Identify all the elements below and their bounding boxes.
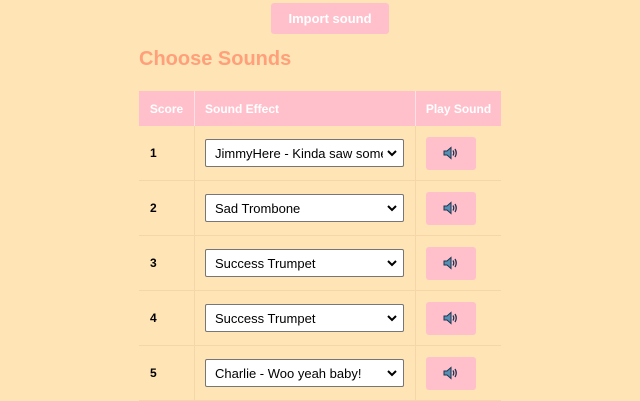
column-header-play-sound: Play Sound — [415, 91, 501, 126]
score-cell: 2 — [139, 180, 195, 236]
select-value: JimmyHere - Kinda saw some — [215, 145, 383, 161]
table-row: 3 Success Trumpet — [139, 235, 501, 291]
import-sound-button[interactable]: Import sound — [271, 3, 389, 34]
sound-effect-select[interactable]: Sad Trombone — [205, 194, 404, 222]
play-cell — [415, 345, 501, 401]
select-value: Success Trumpet — [215, 255, 316, 271]
sound-effect-cell: Success Trumpet — [194, 235, 416, 291]
sound-effect-cell: Sad Trombone — [194, 180, 416, 236]
chevron-down-icon — [387, 150, 397, 157]
table-row: 2 Sad Trombone — [139, 180, 501, 236]
speaker-icon — [443, 201, 457, 215]
speaker-icon — [443, 146, 457, 160]
play-cell — [415, 126, 501, 181]
select-value: Sad Trombone — [215, 200, 301, 216]
chevron-down-icon — [387, 370, 397, 377]
chevron-down-icon — [387, 315, 397, 322]
speaker-icon — [443, 366, 457, 380]
play-sound-button[interactable] — [426, 356, 476, 390]
play-sound-button[interactable] — [426, 246, 476, 280]
score-cell: 1 — [139, 126, 195, 181]
table-row: 4 Success Trumpet — [139, 290, 501, 346]
sound-effect-select[interactable]: JimmyHere - Kinda saw some — [205, 139, 404, 167]
select-value: Charlie - Woo yeah baby! — [215, 365, 362, 381]
play-sound-button[interactable] — [426, 136, 476, 170]
select-value: Success Trumpet — [215, 310, 316, 326]
play-sound-button[interactable] — [426, 191, 476, 225]
chevron-down-icon — [387, 205, 397, 212]
sound-effect-select[interactable]: Charlie - Woo yeah baby! — [205, 359, 404, 387]
chevron-down-icon — [387, 260, 397, 267]
sound-effect-cell: Charlie - Woo yeah baby! — [194, 345, 416, 401]
play-cell — [415, 180, 501, 236]
score-cell: 5 — [139, 345, 195, 401]
play-sound-button[interactable] — [426, 301, 476, 335]
score-cell: 3 — [139, 235, 195, 291]
sounds-table: Score Sound Effect Play Sound 1 JimmyHer… — [139, 91, 501, 401]
sound-effect-select[interactable]: Success Trumpet — [205, 249, 404, 277]
sound-effect-select[interactable]: Success Trumpet — [205, 304, 404, 332]
play-cell — [415, 290, 501, 346]
page-title: Choose Sounds — [139, 48, 292, 70]
sound-effect-cell: JimmyHere - Kinda saw some — [194, 126, 416, 181]
table-row: 5 Charlie - Woo yeah baby! — [139, 345, 501, 401]
score-cell: 4 — [139, 290, 195, 346]
sound-effect-cell: Success Trumpet — [194, 290, 416, 346]
column-header-sound-effect: Sound Effect — [194, 91, 416, 126]
column-header-score: Score — [139, 91, 195, 126]
table-row: 1 JimmyHere - Kinda saw some — [139, 126, 501, 181]
table-header-row: Score Sound Effect Play Sound — [139, 91, 501, 126]
speaker-icon — [443, 256, 457, 270]
play-cell — [415, 235, 501, 291]
speaker-icon — [443, 311, 457, 325]
